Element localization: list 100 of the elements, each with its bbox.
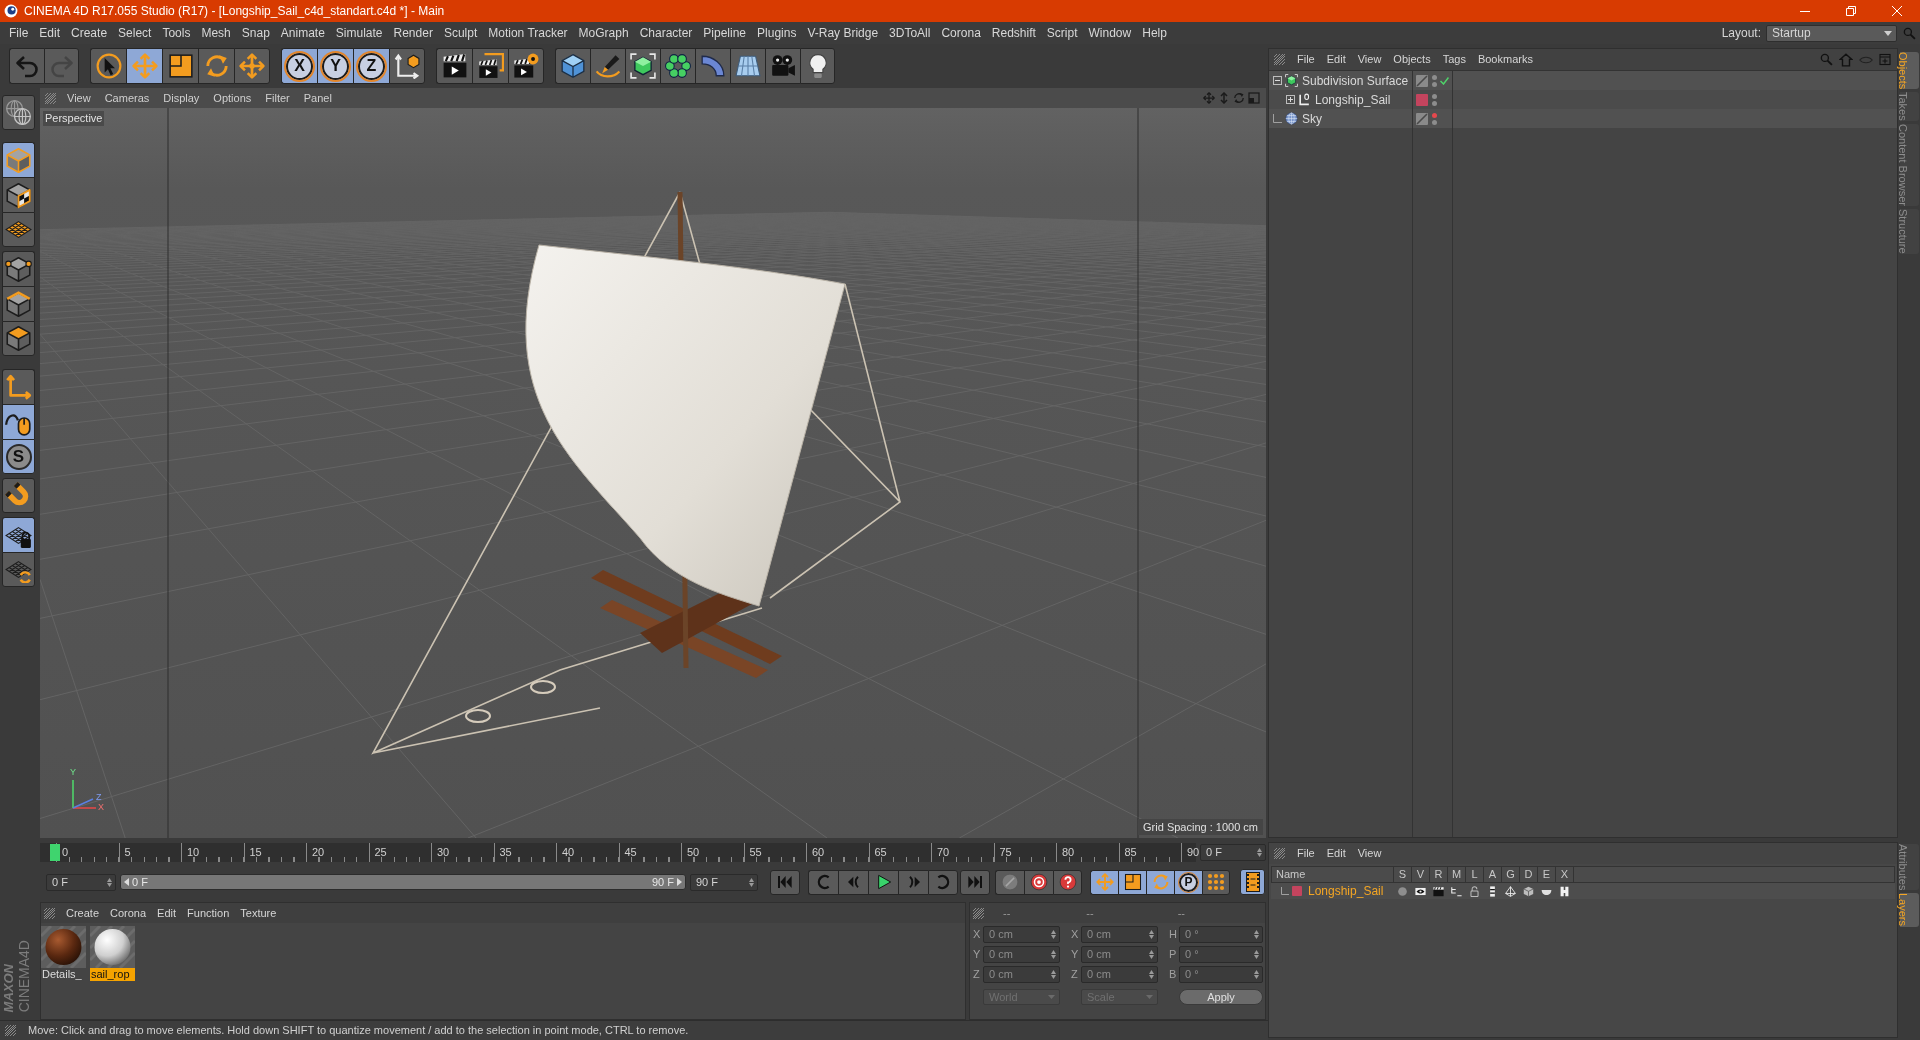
- layer-color-swatch[interactable]: [1292, 886, 1302, 896]
- menu-item[interactable]: Tools: [162, 24, 191, 42]
- column-header[interactable]: L: [1466, 867, 1484, 882]
- move-key-button[interactable]: [1090, 869, 1118, 895]
- slashed-circle-button[interactable]: [995, 869, 1024, 895]
- material-menu-item[interactable]: Corona: [110, 904, 147, 922]
- column-header[interactable]: G: [1502, 867, 1520, 882]
- grid-plane-button[interactable]: [2, 212, 35, 247]
- viewport-menu-item[interactable]: Display: [163, 89, 200, 107]
- object-menu-item[interactable]: View: [1357, 51, 1382, 68]
- menu-item[interactable]: Render: [393, 24, 433, 42]
- grid-lock-button[interactable]: [2, 517, 35, 552]
- object-menu-item[interactable]: Bookmarks: [1477, 51, 1533, 68]
- axis-button[interactable]: [2, 369, 35, 404]
- question-button[interactable]: [1053, 869, 1082, 895]
- material-menu-item[interactable]: Create: [66, 904, 100, 922]
- scale-key-button[interactable]: [1118, 869, 1146, 895]
- play-button[interactable]: [868, 869, 898, 895]
- viewport-menu-item[interactable]: Panel: [303, 89, 332, 107]
- object-menu-item[interactable]: Tags: [1442, 51, 1466, 68]
- object-name[interactable]: Sky: [1302, 109, 1322, 128]
- light-bulb-button[interactable]: [800, 48, 835, 84]
- menu-item[interactable]: Create: [71, 24, 108, 42]
- viewport-menu-item[interactable]: Cameras: [104, 89, 150, 107]
- pen-button[interactable]: [590, 48, 625, 84]
- cube-edges-button[interactable]: [2, 286, 35, 321]
- menu-item[interactable]: Corona: [941, 24, 981, 42]
- menu-item[interactable]: Plugins: [757, 24, 797, 42]
- skip-end-button[interactable]: [960, 869, 990, 895]
- column-header[interactable]: X: [1556, 867, 1574, 882]
- menu-item[interactable]: Animate: [280, 24, 325, 42]
- snap-button[interactable]: S: [2, 439, 35, 474]
- rotate-tool-button[interactable]: [198, 48, 234, 84]
- rotation-field[interactable]: 0 °: [1179, 926, 1263, 943]
- axis-lock-button[interactable]: Y: [317, 48, 353, 84]
- axis-lock-button[interactable]: Z: [353, 48, 389, 84]
- material-menu-item[interactable]: Function: [187, 904, 230, 922]
- end-frame-field[interactable]: 90 F: [690, 873, 758, 891]
- frame-field[interactable]: 0 F: [1200, 843, 1266, 861]
- menu-item[interactable]: File: [9, 24, 29, 42]
- column-header[interactable]: D: [1520, 867, 1538, 882]
- column-header[interactable]: A: [1484, 867, 1502, 882]
- object-menu-item[interactable]: File: [1297, 51, 1315, 68]
- layer-name[interactable]: Longship_Sail: [1308, 882, 1384, 900]
- layer-row[interactable]: Longship_Sail: [1271, 883, 1895, 899]
- cube-frame-button[interactable]: [625, 48, 660, 84]
- cursor-tool-button[interactable]: [90, 48, 126, 84]
- menu-item[interactable]: V-Ray Bridge: [807, 24, 879, 42]
- magnet-button[interactable]: [2, 478, 35, 513]
- material-menu-item[interactable]: Texture: [240, 904, 277, 922]
- start-frame-field[interactable]: 0 F: [46, 873, 116, 891]
- material-item[interactable]: Details_: [41, 926, 86, 981]
- viewport-menu-item[interactable]: Filter: [265, 89, 290, 107]
- clapperboard-button[interactable]: [436, 48, 472, 84]
- frame-range-bar[interactable]: 0 F 90 F: [120, 874, 686, 890]
- menu-item[interactable]: MoGraph: [578, 24, 629, 42]
- undo-button[interactable]: [9, 48, 44, 84]
- record-ring-button[interactable]: [1024, 869, 1053, 895]
- rotation-field[interactable]: 0 °: [1179, 966, 1263, 983]
- column-header[interactable]: E: [1538, 867, 1556, 882]
- floor-grid-button[interactable]: [730, 48, 765, 84]
- material-menu-item[interactable]: Edit: [157, 904, 177, 922]
- textured-cube-button[interactable]: [2, 177, 35, 212]
- menu-item[interactable]: Script: [1046, 24, 1078, 42]
- mouse-button[interactable]: [2, 404, 35, 439]
- film-strip-button[interactable]: [1240, 869, 1265, 895]
- cube-face-button[interactable]: [2, 321, 35, 356]
- menu-item[interactable]: Redshift: [991, 24, 1036, 42]
- sphere-ring-button[interactable]: [660, 48, 695, 84]
- viewport-menu-item[interactable]: View: [67, 89, 91, 107]
- move-tool-button[interactable]: [126, 48, 162, 84]
- axis-cube-button[interactable]: [389, 48, 425, 84]
- cube-button[interactable]: [2, 142, 35, 177]
- menu-item[interactable]: Help: [1142, 24, 1167, 42]
- column-header[interactable]: R: [1430, 867, 1448, 882]
- column-header[interactable]: M: [1448, 867, 1466, 882]
- column-header[interactable]: V: [1412, 867, 1430, 882]
- menu-item[interactable]: Motion Tracker: [488, 24, 568, 42]
- rotate-key-button[interactable]: [1146, 869, 1174, 895]
- rotation-field[interactable]: 0 °: [1179, 946, 1263, 963]
- next-key-button[interactable]: [928, 869, 958, 895]
- grid-rotate-button[interactable]: [2, 552, 35, 587]
- menu-item[interactable]: Edit: [39, 24, 61, 42]
- bend-button[interactable]: [695, 48, 730, 84]
- menu-item[interactable]: Select: [118, 24, 152, 42]
- layer-menu-item[interactable]: View: [1357, 845, 1382, 862]
- apply-button[interactable]: Apply: [1179, 989, 1263, 1005]
- column-header[interactable]: S: [1394, 867, 1412, 882]
- dots-grid-key-button[interactable]: [1202, 869, 1230, 895]
- layout-dropdown[interactable]: Startup: [1766, 24, 1897, 42]
- camera-label[interactable]: Perspective: [43, 111, 105, 126]
- cube-button[interactable]: [555, 48, 590, 84]
- wire-spheres-button[interactable]: [2, 95, 35, 130]
- object-menu-item[interactable]: Edit: [1326, 51, 1346, 68]
- cube-points-button[interactable]: [2, 251, 35, 286]
- layer-color-swatch[interactable]: [1416, 93, 1428, 106]
- clapperboard-frame-button[interactable]: [472, 48, 508, 84]
- column-header[interactable]: Name: [1272, 867, 1394, 882]
- axis-lock-button[interactable]: X: [281, 48, 317, 84]
- layer-menu-item[interactable]: Edit: [1326, 845, 1346, 862]
